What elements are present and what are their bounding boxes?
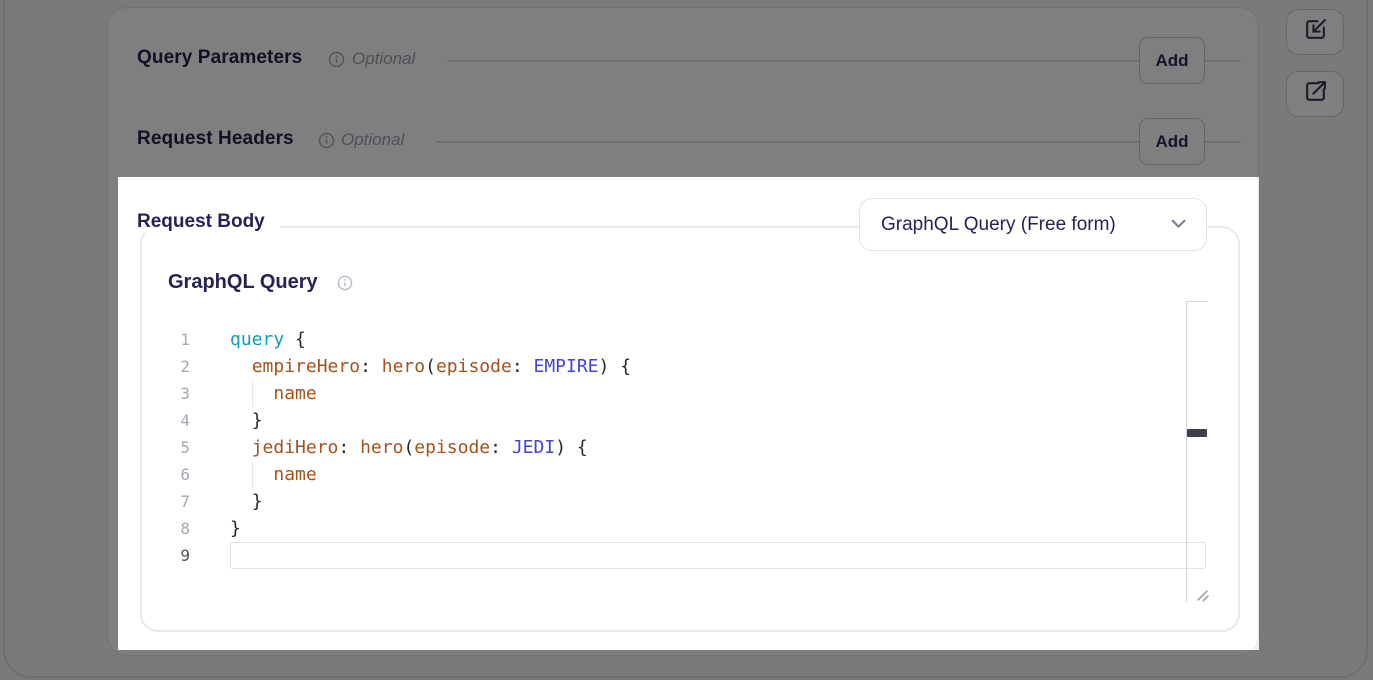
body-type-select[interactable]: GraphQL Query (Free form) <box>859 198 1207 251</box>
overlay-backdrop[interactable] <box>0 177 118 650</box>
page: Query Parameters Optional Add Request He… <box>0 0 1373 680</box>
indent-guide <box>252 380 253 407</box>
request-body-title: Request Body <box>137 211 271 233</box>
scrollbar-thumb[interactable] <box>1187 429 1207 437</box>
active-line-highlight <box>230 542 1206 569</box>
graphql-query-editor[interactable]: 123456789 query { empireHero: hero(episo… <box>140 300 1240 605</box>
resize-handle-icon[interactable] <box>1195 588 1209 602</box>
body-type-selected-value: GraphQL Query (Free form) <box>881 214 1116 236</box>
overlay-backdrop[interactable] <box>0 650 1373 680</box>
graphql-query-label: GraphQL Query <box>168 271 318 294</box>
overlay-backdrop[interactable] <box>0 0 1373 177</box>
editor-gutter: 123456789 <box>158 326 190 569</box>
indent-guide <box>252 461 253 488</box>
overlay-backdrop[interactable] <box>1259 177 1373 650</box>
info-icon[interactable] <box>337 275 353 296</box>
scrollbar-track <box>1186 301 1208 302</box>
scrollbar-track <box>1186 302 1187 602</box>
chevron-down-icon <box>1171 216 1186 234</box>
code-content[interactable]: query { empireHero: hero(episode: EMPIRE… <box>230 326 631 569</box>
